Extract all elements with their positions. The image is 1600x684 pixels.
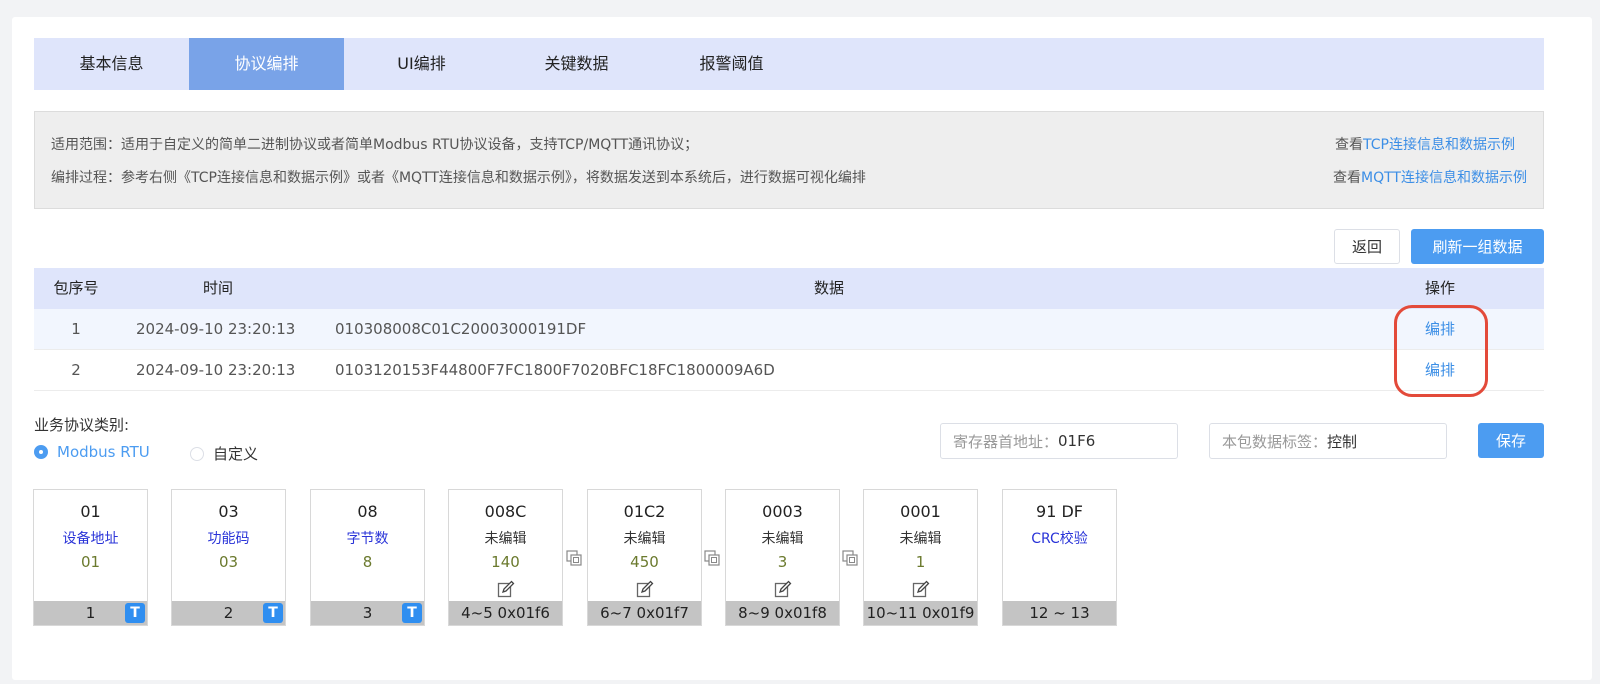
protocol-type-label: 业务协议类别:	[34, 416, 130, 434]
cell-time: 2024-09-10 23:20:13	[136, 320, 296, 338]
byte-block[interactable]: 008C 未编辑 140 4~5 0x01f6	[448, 489, 563, 626]
tab-basic-info[interactable]: 基本信息	[34, 38, 189, 90]
refresh-data-button[interactable]: 刷新一组数据	[1411, 229, 1544, 264]
save-button[interactable]: 保存	[1478, 423, 1544, 458]
block-name: 未编辑	[899, 531, 942, 547]
tab-bar: 基本信息 协议编排 UI编排 关键数据 报警阈值	[34, 38, 1544, 90]
byte-block[interactable]: 91 DF CRC校验 12 ~ 13	[1002, 489, 1117, 626]
tab-key-data[interactable]: 关键数据	[499, 38, 654, 90]
tcp-info-link[interactable]: TCP连接信息和数据示例	[1363, 137, 1515, 153]
block-name: 字节数	[346, 531, 389, 547]
cell-time: 2024-09-10 23:20:13	[136, 361, 296, 379]
radio-custom[interactable]: 自定义	[190, 443, 258, 464]
cell-data: 0103120153F44800F7FC1800F7020BFC18FC1800…	[335, 361, 775, 379]
block-hex: 01C2	[623, 502, 666, 521]
block-index: 10~11 0x01f9	[864, 601, 977, 625]
byte-block[interactable]: 01 设备地址 01 1 T	[33, 489, 148, 626]
radio-label: 自定义	[213, 445, 259, 463]
header-seq: 包序号	[53, 279, 99, 297]
table-row: 2 2024-09-10 23:20:13 0103120153F44800F7…	[34, 350, 1544, 391]
field-label: 本包数据标签：	[1222, 432, 1328, 451]
notice-process: 编排过程：参考右侧《TCP连接信息和数据示例》或者《MQTT连接信息和数据示例》…	[51, 170, 866, 186]
header-data: 数据	[814, 279, 845, 297]
field-label: 寄存器首地址：	[953, 432, 1059, 451]
notice-panel: 适用范围：适用于自定义的简单二进制协议或者简单Modbus RTU协议设备，支持…	[34, 111, 1544, 209]
packet-table: 包序号 时间 数据 操作 1 2024-09-10 23:20:13 01030…	[34, 268, 1544, 391]
block-name: 未编辑	[484, 531, 527, 547]
back-button[interactable]: 返回	[1334, 229, 1400, 264]
cell-seq: 2	[71, 361, 81, 379]
block-value: 01	[80, 553, 101, 571]
edit-icon[interactable]	[636, 580, 654, 598]
merge-icon[interactable]	[566, 550, 582, 566]
table-header: 包序号 时间 数据 操作	[34, 268, 1544, 309]
tcp-info-link-row: 查看TCP连接信息和数据示例	[1335, 134, 1515, 154]
edit-icon[interactable]	[497, 580, 515, 598]
block-hex: 03	[218, 502, 239, 521]
block-name: CRC校验	[1031, 531, 1088, 547]
mqtt-info-link-row: 查看MQTT连接信息和数据示例	[1333, 167, 1527, 187]
radio-dot	[34, 445, 48, 459]
byte-block[interactable]: 08 字节数 8 3 T	[310, 489, 425, 626]
block-hex: 0001	[900, 502, 941, 521]
radio-dot	[190, 446, 204, 461]
table-row: 1 2024-09-10 23:20:13 010308008C01C20003…	[34, 309, 1544, 350]
block-name: 未编辑	[623, 531, 666, 547]
tab-alarm-threshold[interactable]: 报警阈值	[654, 38, 809, 90]
text-type-icon[interactable]: T	[125, 603, 145, 623]
radio-label: Modbus RTU	[57, 443, 150, 461]
block-hex: 008C	[484, 502, 527, 521]
block-value: 140	[491, 553, 520, 571]
block-index: 6~7 0x01f7	[588, 601, 701, 625]
notice-scope: 适用范围：适用于自定义的简单二进制协议或者简单Modbus RTU协议设备，支持…	[51, 137, 699, 153]
byte-block[interactable]: 0003 未编辑 3 8~9 0x01f8	[725, 489, 840, 626]
block-name: 未编辑	[761, 531, 804, 547]
header-time: 时间	[203, 279, 234, 297]
block-hex: 91 DF	[1036, 502, 1083, 521]
header-op: 操作	[1424, 279, 1455, 297]
block-value: 1	[915, 553, 926, 571]
block-name: 功能码	[207, 531, 250, 547]
block-name: 设备地址	[62, 531, 119, 547]
cell-seq: 1	[71, 320, 81, 338]
block-index: 12 ~ 13	[1003, 601, 1116, 625]
radio-modbus-rtu[interactable]: Modbus RTU	[34, 443, 150, 461]
block-hex: 01	[80, 502, 101, 521]
cell-data: 010308008C01C20003000191DF	[335, 320, 587, 338]
block-value: 3	[777, 553, 788, 571]
byte-block[interactable]: 0001 未编辑 1 10~11 0x01f9	[863, 489, 978, 626]
merge-icon[interactable]	[842, 550, 858, 566]
field-value: 控制	[1327, 432, 1358, 451]
register-address-field[interactable]: 寄存器首地址： 01F6	[940, 423, 1178, 459]
block-value: 8	[362, 553, 373, 571]
annotation-highlight	[1394, 305, 1488, 397]
block-index: 4~5 0x01f6	[449, 601, 562, 625]
link-prefix: 查看	[1335, 137, 1364, 153]
block-index: 8~9 0x01f8	[726, 601, 839, 625]
merge-icon[interactable]	[704, 550, 720, 566]
edit-icon[interactable]	[912, 580, 930, 598]
text-type-icon[interactable]: T	[263, 603, 283, 623]
edit-icon[interactable]	[774, 580, 792, 598]
mqtt-info-link[interactable]: MQTT连接信息和数据示例	[1361, 170, 1527, 186]
block-value: 03	[218, 553, 239, 571]
block-value: 450	[630, 553, 659, 571]
tab-ui-layout[interactable]: UI编排	[344, 38, 499, 90]
field-value: 01F6	[1058, 432, 1096, 450]
byte-block[interactable]: 03 功能码 03 2 T	[171, 489, 286, 626]
byte-block[interactable]: 01C2 未编辑 450 6~7 0x01f7	[587, 489, 702, 626]
text-type-icon[interactable]: T	[402, 603, 422, 623]
link-prefix: 查看	[1333, 170, 1362, 186]
block-hex: 0003	[762, 502, 803, 521]
block-hex: 08	[357, 502, 378, 521]
packet-tag-field[interactable]: 本包数据标签： 控制	[1209, 423, 1447, 459]
tab-protocol-layout[interactable]: 协议编排	[189, 38, 344, 90]
